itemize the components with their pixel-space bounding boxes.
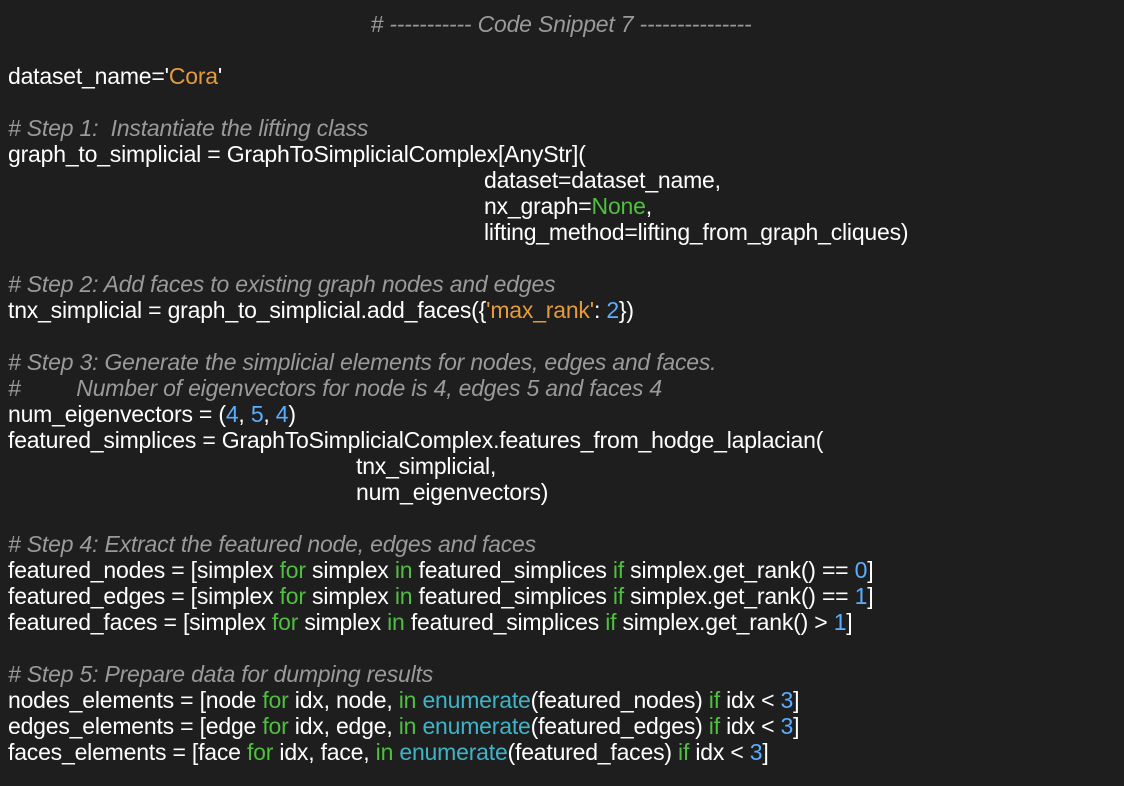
code-line-featured-edges: featured_edges = [simplex for simplex in… (8, 583, 874, 609)
code-line-featured-faces: featured_faces = [simplex for simplex in… (8, 609, 853, 635)
code-line-edges-elements: edges_elements = [edge for idx, edge, in… (8, 713, 800, 739)
code-line-arg-lifting-method: lifting_method=lifting_from_graph_clique… (484, 219, 909, 245)
code-line-featured-simplices: featured_simplices = GraphToSimplicialCo… (8, 427, 824, 453)
code-line-arg-tnx-simplicial: tnx_simplicial, (356, 453, 497, 479)
snippet-title: # ----------- Code Snippet 7 -----------… (370, 11, 752, 37)
comment-step-3: # Step 3: Generate the simplicial elemen… (8, 349, 717, 375)
code-snippet-view: # ----------- Code Snippet 7 -----------… (0, 0, 1124, 786)
code-line-dataset-name: dataset_name='Cora' (8, 63, 223, 89)
comment-step-3-cont: # Number of eigenvectors for node is 4, … (8, 375, 662, 401)
code-line-arg-num-eigenvectors: num_eigenvectors) (356, 479, 549, 505)
code-line-num-eigenvectors: num_eigenvectors = (4, 5, 4) (8, 401, 296, 427)
comment-step-1: # Step 1: Instantiate the lifting class (8, 115, 369, 141)
comment-step-2: # Step 2: Add faces to existing graph no… (8, 271, 556, 297)
code-line-arg-dataset: dataset=dataset_name, (484, 167, 721, 193)
code-line-arg-nx-graph: nx_graph=None, (484, 193, 652, 219)
code-line-nodes-elements: nodes_elements = [node for idx, node, in… (8, 687, 800, 713)
code-line-faces-elements: faces_elements = [face for idx, face, in… (8, 739, 769, 765)
code-line-featured-nodes: featured_nodes = [simplex for simplex in… (8, 557, 874, 583)
comment-step-4: # Step 4: Extract the featured node, edg… (8, 531, 536, 557)
comment-step-5: # Step 5: Prepare data for dumping resul… (8, 661, 434, 687)
code-line-add-faces: tnx_simplicial = graph_to_simplicial.add… (8, 297, 634, 323)
code-line-graph-to-simplicial: graph_to_simplicial = GraphToSimplicialC… (8, 141, 586, 167)
